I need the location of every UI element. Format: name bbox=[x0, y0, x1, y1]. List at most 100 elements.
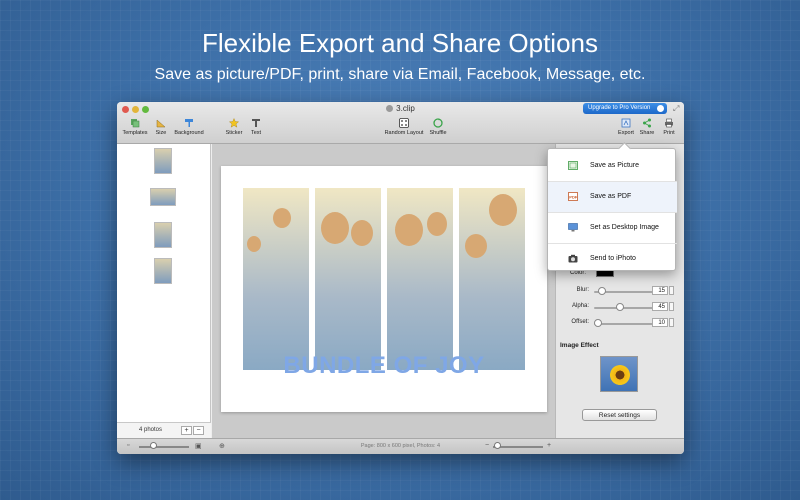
collage-page[interactable]: BUNDLE OF JOY bbox=[221, 166, 547, 412]
photo-thumbnail[interactable] bbox=[154, 148, 172, 174]
text-icon bbox=[252, 119, 260, 127]
alpha-row: Alpha: 45 bbox=[556, 302, 684, 312]
export-button[interactable]: Export bbox=[616, 118, 636, 136]
share-icon bbox=[643, 118, 651, 128]
templates-icon bbox=[131, 119, 140, 128]
size-label: Size bbox=[155, 130, 167, 136]
camera-icon bbox=[568, 254, 578, 263]
image-effect-title: Image Effect bbox=[560, 342, 599, 349]
photo-thumbnail[interactable] bbox=[150, 188, 176, 206]
titlebar: 3.clip Upgrade to Pro Version ⤢ Template… bbox=[117, 102, 684, 144]
dice-icon bbox=[399, 118, 409, 128]
photo-subject bbox=[395, 214, 423, 246]
upgrade-button[interactable]: Upgrade to Pro Version bbox=[583, 103, 667, 114]
zoom-slider-knob[interactable] bbox=[494, 442, 501, 449]
sticker-button[interactable]: Sticker bbox=[224, 118, 244, 136]
print-label: Print bbox=[663, 130, 675, 136]
offset-slider[interactable] bbox=[594, 323, 656, 325]
text-button[interactable]: Text bbox=[248, 118, 264, 136]
star-icon bbox=[229, 118, 239, 128]
arrow-icon bbox=[657, 105, 664, 112]
offset-label: Offset: bbox=[571, 319, 589, 325]
alpha-stepper[interactable] bbox=[669, 302, 674, 311]
shuffle-label: Shuffle bbox=[429, 130, 447, 136]
templates-button[interactable]: Templates bbox=[121, 118, 149, 136]
blur-stepper[interactable] bbox=[669, 286, 674, 295]
export-menu: Save as Picture PDF Save as PDF Set as D… bbox=[547, 148, 677, 274]
text-label: Text bbox=[250, 130, 262, 136]
share-label: Share bbox=[639, 130, 655, 136]
photo-thumbnail[interactable] bbox=[154, 222, 172, 248]
upgrade-label: Upgrade to Pro Version bbox=[588, 105, 651, 111]
random-layout-label: Random Layout bbox=[384, 130, 424, 136]
ruler-icon bbox=[156, 119, 166, 128]
pdf-icon: PDF bbox=[568, 192, 578, 201]
blur-slider-knob[interactable] bbox=[598, 287, 606, 295]
alpha-slider[interactable] bbox=[594, 307, 656, 309]
background-label: Background bbox=[174, 130, 204, 136]
photo-strip[interactable] bbox=[459, 188, 525, 370]
photo-subject bbox=[247, 236, 261, 252]
photo-subject bbox=[489, 194, 517, 226]
offset-row: Offset: 10 bbox=[556, 318, 684, 328]
print-button[interactable]: Print bbox=[660, 118, 678, 136]
share-button[interactable]: Share bbox=[638, 118, 656, 136]
photo-list-footer: 4 photos + − bbox=[117, 422, 211, 438]
photo-subject bbox=[351, 220, 373, 246]
export-icon bbox=[621, 118, 631, 128]
sunflower-icon bbox=[610, 365, 630, 385]
alpha-slider-knob[interactable] bbox=[616, 303, 624, 311]
menu-item-label: Set as Desktop Image bbox=[590, 224, 659, 231]
menu-item-send-iphoto[interactable]: Send to iPhoto bbox=[548, 244, 677, 274]
image-effect-thumbnail[interactable] bbox=[600, 356, 638, 392]
alpha-label: Alpha: bbox=[571, 303, 589, 309]
status-text: Page: 800 x 600 pixel, Photos: 4 bbox=[360, 443, 441, 449]
reset-settings-button[interactable]: Reset settings bbox=[582, 409, 657, 421]
photo-list-panel: 4 photos + − bbox=[117, 144, 211, 438]
document-title-text: 3.clip bbox=[396, 104, 415, 113]
menu-item-save-picture[interactable]: Save as Picture bbox=[548, 151, 677, 181]
photo-strip[interactable] bbox=[243, 188, 309, 370]
size-button[interactable]: Size bbox=[153, 118, 169, 136]
menu-item-save-pdf[interactable]: PDF Save as PDF bbox=[548, 182, 677, 212]
shuffle-icon bbox=[433, 118, 443, 128]
blur-field[interactable]: 15 bbox=[652, 286, 668, 295]
collage-text[interactable]: BUNDLE OF JOY bbox=[221, 352, 547, 380]
export-label: Export bbox=[618, 130, 634, 136]
photo-subject bbox=[427, 212, 447, 236]
blur-label: Blur: bbox=[576, 287, 589, 293]
add-photo-button[interactable]: + bbox=[181, 426, 192, 435]
menu-item-desktop-image[interactable]: Set as Desktop Image bbox=[548, 213, 677, 243]
photo-thumbnail[interactable] bbox=[154, 258, 172, 284]
blur-row: Blur: 15 bbox=[556, 286, 684, 296]
desktop-icon bbox=[568, 223, 578, 232]
photo-subject bbox=[321, 212, 349, 244]
alpha-field[interactable]: 45 bbox=[652, 302, 668, 311]
photo-strip[interactable] bbox=[387, 188, 453, 370]
photo-strip[interactable] bbox=[315, 188, 381, 370]
random-layout-button[interactable]: Random Layout bbox=[383, 118, 425, 136]
status-bar: ▫ ▣ ⊕ Page: 800 x 600 pixel, Photos: 4 −… bbox=[117, 438, 684, 454]
fullscreen-icon[interactable]: ⤢ bbox=[673, 104, 679, 114]
menu-item-label: Send to iPhoto bbox=[590, 255, 636, 262]
paint-roller-icon bbox=[185, 119, 193, 127]
photo-subject bbox=[273, 208, 291, 228]
zoom-out-icon[interactable]: − bbox=[485, 442, 489, 449]
shuffle-button[interactable]: Shuffle bbox=[427, 118, 449, 136]
offset-field[interactable]: 10 bbox=[652, 318, 668, 327]
background-button[interactable]: Background bbox=[173, 118, 205, 136]
zoom-in-icon[interactable]: + bbox=[547, 442, 551, 449]
sticker-label: Sticker bbox=[225, 130, 243, 136]
offset-slider-knob[interactable] bbox=[594, 319, 602, 327]
menu-item-label: Save as Picture bbox=[590, 162, 640, 169]
subheadline: Save as picture/PDF, print, share via Em… bbox=[154, 66, 646, 83]
offset-stepper[interactable] bbox=[669, 318, 674, 327]
menu-item-label: Save as PDF bbox=[590, 193, 632, 200]
svg-text:PDF: PDF bbox=[569, 195, 578, 200]
photos-count: 4 photos bbox=[139, 427, 163, 433]
picture-icon bbox=[568, 161, 578, 170]
remove-photo-button[interactable]: − bbox=[193, 426, 204, 435]
photo-subject bbox=[465, 234, 487, 258]
headline: Flexible Export and Share Options bbox=[202, 28, 598, 58]
printer-icon bbox=[665, 118, 673, 128]
